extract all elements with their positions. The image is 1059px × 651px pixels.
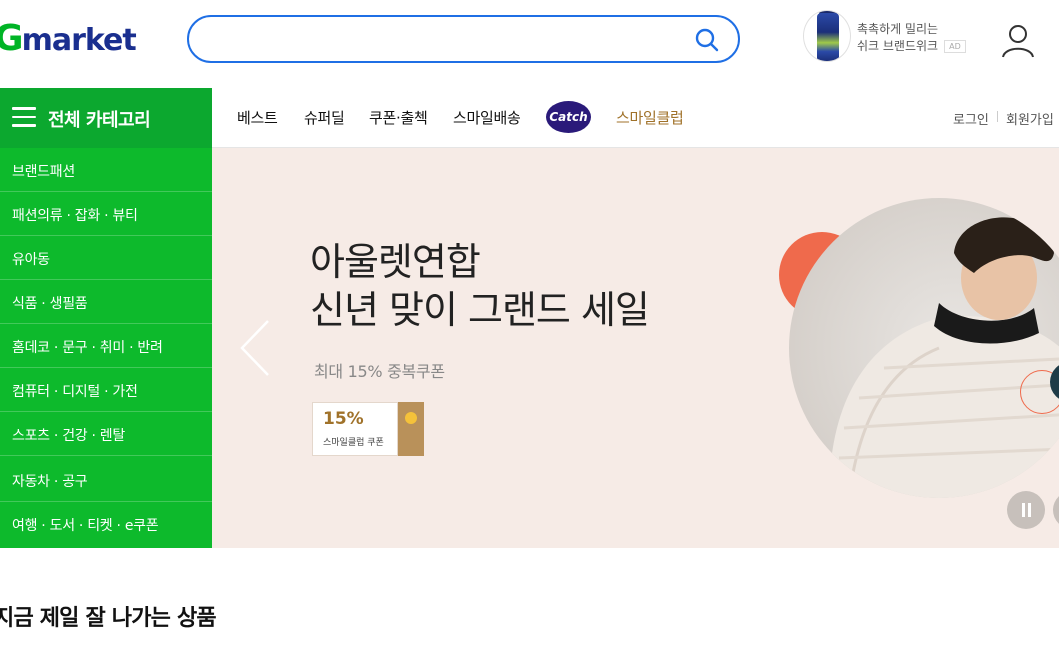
user-icon[interactable]: [998, 20, 1038, 60]
search-icon[interactable]: [694, 27, 720, 53]
banner-subtitle: 최대 15% 중복쿠폰: [314, 362, 445, 381]
smile-icon: [405, 412, 417, 424]
hero-banner[interactable]: 아울렛연합 신년 맞이 그랜드 세일 최대 15% 중복쿠폰 15% 스마일클럽…: [212, 148, 1059, 548]
coupon-label: 스마일클럽 쿠폰: [323, 438, 384, 448]
sidebar-item-label: 홈데코 · 문구 · 취미 · 반려: [12, 340, 163, 356]
banner-title: 아울렛연합 신년 맞이 그랜드 세일: [310, 238, 650, 334]
all-categories-label: 전체 카테고리: [48, 110, 151, 131]
sidebar-item-label: 유아동: [12, 252, 50, 268]
nav-item-smile-club[interactable]: 스마일클럽: [616, 107, 684, 128]
banner-title-line2: 신년 맞이 그랜드 세일: [310, 288, 650, 332]
ad-badge: AD: [944, 40, 966, 53]
divider: [997, 111, 998, 122]
sidebar-item-kids[interactable]: 유아동: [0, 236, 212, 280]
logo-g: G: [0, 18, 24, 59]
login-link[interactable]: 로그인: [953, 109, 989, 128]
sidebar-item-label: 패션의류 · 잡화 · 뷰티: [12, 208, 138, 224]
next-slide-button[interactable]: [1053, 491, 1059, 529]
section-title: 지금 제일 잘 나가는 상품: [0, 606, 217, 631]
search-input[interactable]: [209, 26, 689, 52]
signup-link[interactable]: 회원가입: [1006, 109, 1054, 128]
sidebar-item-label: 스포츠 · 건강 · 렌탈: [12, 428, 125, 444]
sidebar-item-travel[interactable]: 여행 · 도서 · 티켓 · e쿠폰: [0, 502, 212, 546]
top-nav: 베스트 슈퍼딜 쿠폰·출첵 스마일배송 Catch 스마일클럽 로그인 회원가입: [212, 88, 1059, 148]
sidebar-item-sports[interactable]: 스포츠 · 건강 · 렌탈: [0, 412, 212, 456]
sidebar-item-label: 식품 · 생필품: [12, 296, 88, 312]
nav-item-smile-delivery[interactable]: 스마일배송: [453, 107, 521, 128]
ad-product-image: [803, 10, 851, 62]
catch-logo[interactable]: Catch: [546, 101, 591, 133]
ad-text: 촉촉하게 밀리는 쉬크 브랜드위크 AD: [857, 21, 966, 55]
category-sidebar: 브랜드패션 패션의류 · 잡화 · 뷰티 유아동 식품 · 생필품 홈데코 · …: [0, 148, 212, 548]
sidebar-item-label: 여행 · 도서 · 티켓 · e쿠폰: [12, 518, 159, 534]
sidebar-item-brand-fashion[interactable]: 브랜드패션: [0, 148, 212, 192]
header: G market 촉촉하게 밀리는 쉬크 브랜드위크 AD: [0, 0, 1059, 88]
ad-banner[interactable]: 촉촉하게 밀리는 쉬크 브랜드위크 AD: [803, 10, 973, 66]
coupon-badge: 15% 스마일클럽 쿠폰: [312, 402, 424, 456]
hamburger-menu-icon: [12, 107, 36, 127]
search-box: [187, 15, 740, 63]
coupon-percent: 15%: [323, 409, 364, 429]
sidebar-item-label: 브랜드패션: [12, 164, 75, 180]
ad-line2: 쉬크 브랜드위크: [857, 39, 939, 53]
sidebar-item-digital[interactable]: 컴퓨터 · 디지털 · 가전: [0, 368, 212, 412]
chevron-left-icon[interactable]: [238, 318, 272, 378]
sidebar-item-home-deco[interactable]: 홈데코 · 문구 · 취미 · 반려: [0, 324, 212, 368]
sidebar-item-auto[interactable]: 자동차 · 공구: [0, 458, 212, 502]
nav-item-superdeal[interactable]: 슈퍼딜: [304, 107, 345, 128]
all-categories-button[interactable]: 전체 카테고리: [0, 88, 212, 148]
sidebar-item-food[interactable]: 식품 · 생필품: [0, 280, 212, 324]
banner-title-line1: 아울렛연합: [310, 240, 481, 284]
pause-icon[interactable]: [1007, 491, 1045, 529]
sidebar-item-fashion[interactable]: 패션의류 · 잡화 · 뷰티: [0, 192, 212, 236]
nav-item-best[interactable]: 베스트: [237, 107, 278, 128]
ad-line1: 촉촉하게 밀리는: [857, 22, 939, 36]
coupon-body: 15% 스마일클럽 쿠폰: [312, 402, 398, 456]
sidebar-item-label: 컴퓨터 · 디지털 · 가전: [12, 384, 138, 400]
sidebar-item-label: 자동차 · 공구: [12, 474, 88, 490]
logo-text: market: [21, 23, 137, 58]
coupon-tab: [398, 402, 424, 456]
nav-item-coupon[interactable]: 쿠폰·출첵: [369, 107, 428, 128]
gmarket-logo[interactable]: G market: [0, 18, 137, 62]
